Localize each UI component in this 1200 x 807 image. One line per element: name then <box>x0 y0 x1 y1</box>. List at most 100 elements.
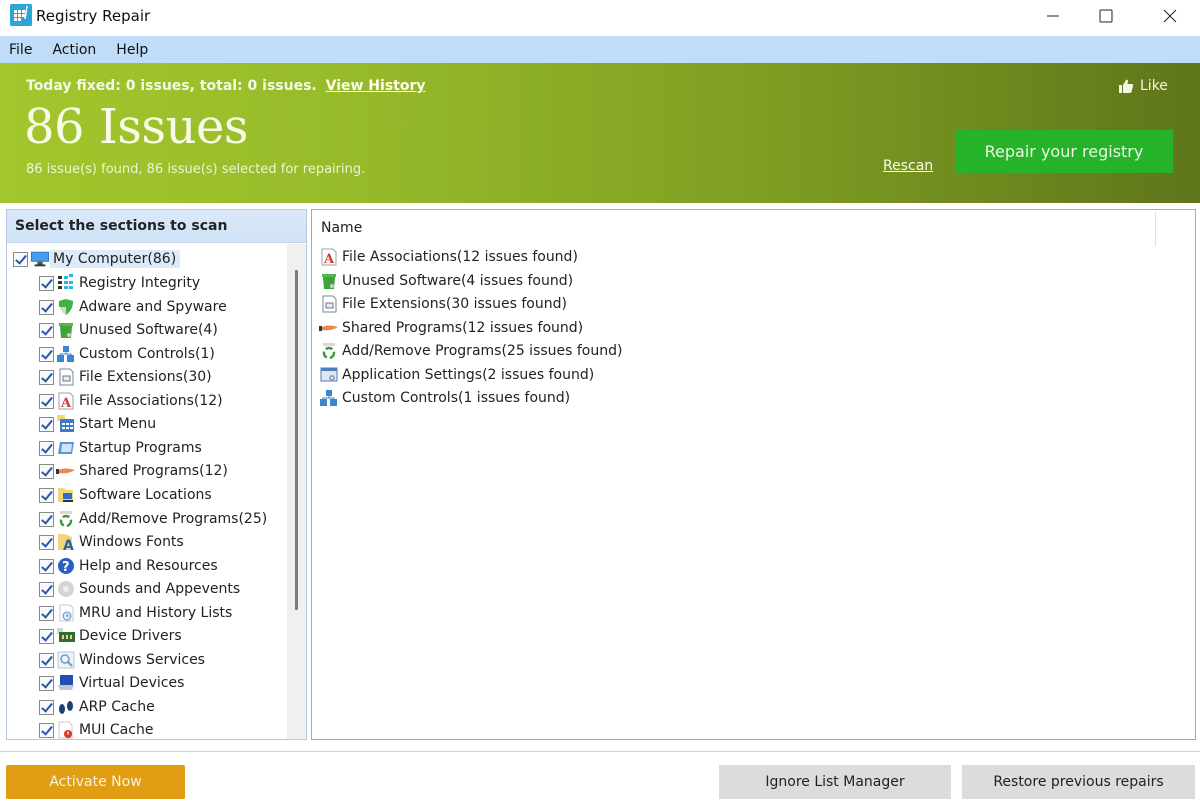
scan-sections-scrollbar[interactable] <box>287 244 306 739</box>
today-fixed-text: Today fixed: 0 issues, total: 0 issues. <box>26 78 317 94</box>
svg-text:A: A <box>63 538 74 551</box>
scan-sections-heading: Select the sections to scan <box>7 210 306 243</box>
tree-item[interactable]: Adware and Spyware <box>39 296 231 318</box>
checkbox[interactable] <box>39 322 54 338</box>
tree-item-label: Windows Services <box>79 652 205 668</box>
tree-item[interactable]: Unused Software(4) <box>39 319 222 341</box>
restore-previous-repairs-button[interactable]: Restore previous repairs <box>962 765 1195 799</box>
tree-item-label: Windows Fonts <box>79 534 184 550</box>
tree-item-label: File Extensions(30) <box>79 369 212 385</box>
tree-item-label: Registry Integrity <box>79 275 201 291</box>
tree-item[interactable]: Add/Remove Programs(25) <box>39 508 271 530</box>
tree-item-label: Add/Remove Programs(25) <box>79 511 268 527</box>
footer-divider <box>0 751 1200 752</box>
checkbox[interactable] <box>39 346 54 362</box>
checkbox[interactable] <box>39 699 54 715</box>
menu-help[interactable]: Help <box>116 42 148 58</box>
tree-item[interactable]: Sounds and Appevents <box>39 578 244 600</box>
issues-count-title: 86 Issues <box>24 99 249 155</box>
tree-item[interactable]: Registry Integrity <box>39 272 204 294</box>
activate-now-button[interactable]: Activate Now <box>6 765 185 799</box>
tree-item[interactable]: Virtual Devices <box>39 672 188 694</box>
help-icon: ? <box>56 556 76 576</box>
checkbox[interactable] <box>39 581 54 597</box>
svg-text:A: A <box>323 252 335 266</box>
shield-icon <box>56 297 76 317</box>
computer-icon <box>30 249 50 269</box>
tree-item[interactable]: A Windows Fonts <box>39 531 188 553</box>
checkbox[interactable] <box>39 652 54 668</box>
view-history-link[interactable]: View History <box>326 78 426 94</box>
checkbox[interactable] <box>39 605 54 621</box>
virtual-device-icon <box>56 673 76 693</box>
result-label: Application Settings(2 issues found) <box>342 367 595 383</box>
trash-bin-icon <box>56 320 76 340</box>
checkbox[interactable] <box>39 416 54 432</box>
checkbox[interactable] <box>39 369 54 385</box>
tree-item[interactable]: Software Locations <box>39 484 216 506</box>
tree-item[interactable]: Windows Services <box>39 649 209 671</box>
menu-action[interactable]: Action <box>52 42 96 58</box>
scrollbar-thumb[interactable] <box>295 270 298 610</box>
tree-item-label: Unused Software(4) <box>79 322 218 338</box>
tree-item[interactable]: MUI Cache <box>39 719 157 739</box>
checkbox[interactable] <box>39 440 54 456</box>
history-icon <box>56 603 76 623</box>
column-divider[interactable] <box>1155 212 1156 246</box>
tree-item-label: MUI Cache <box>79 722 154 738</box>
menu-file[interactable]: File <box>9 42 32 58</box>
checkbox[interactable] <box>39 393 54 409</box>
font-folder-icon: A <box>56 532 76 552</box>
result-label: Unused Software(4 issues found) <box>342 273 574 289</box>
checkbox[interactable] <box>39 675 54 691</box>
tree-item-label: Start Menu <box>79 416 157 432</box>
checkbox[interactable] <box>39 487 54 503</box>
result-row[interactable]: Application Settings(2 issues found) <box>319 364 594 386</box>
checkbox[interactable] <box>39 299 54 315</box>
column-header-name[interactable]: Name <box>321 220 362 236</box>
like-button[interactable]: Like <box>1118 78 1168 94</box>
rescan-link[interactable]: Rescan <box>883 158 933 174</box>
checkbox[interactable] <box>39 628 54 644</box>
maximize-button[interactable] <box>1078 0 1134 32</box>
tree-item-my-computer[interactable]: My Computer(86) <box>13 248 181 270</box>
repair-registry-button[interactable]: Repair your registry <box>955 130 1173 173</box>
file-extension-icon <box>319 294 339 314</box>
tree-item-label: MRU and History Lists <box>79 605 233 621</box>
result-row[interactable]: File Extensions(30 issues found) <box>319 293 567 315</box>
result-row[interactable]: Shared Programs(12 issues found) <box>319 317 583 339</box>
checkbox[interactable] <box>39 534 54 550</box>
result-row[interactable]: A File Associations(12 issues found) <box>319 246 578 268</box>
tree-item[interactable]: ? Help and Resources <box>39 555 222 577</box>
result-row[interactable]: Unused Software(4 issues found) <box>319 270 573 292</box>
tree-item[interactable]: Device Drivers <box>39 625 186 647</box>
result-row[interactable]: Add/Remove Programs(25 issues found) <box>319 340 622 362</box>
checkbox[interactable] <box>39 275 54 291</box>
checkbox[interactable] <box>39 463 54 479</box>
tree-item[interactable]: MRU and History Lists <box>39 602 236 624</box>
checkbox[interactable] <box>39 558 54 574</box>
tree-item[interactable]: Start Menu <box>39 413 160 435</box>
checkbox[interactable] <box>39 511 54 527</box>
svg-text:A: A <box>60 396 72 410</box>
tree-item[interactable]: A File Associations(12) <box>39 390 227 412</box>
file-association-icon: A <box>319 247 339 267</box>
result-row[interactable]: Custom Controls(1 issues found) <box>319 387 570 409</box>
close-button[interactable] <box>1142 0 1198 32</box>
tree-item-label: My Computer(86) <box>50 250 181 268</box>
tree-item[interactable]: Shared Programs(12) <box>39 460 232 482</box>
checkbox[interactable] <box>13 251 28 267</box>
result-label: File Extensions(30 issues found) <box>342 296 567 312</box>
mui-cache-icon <box>56 720 76 739</box>
menu-bar: File Action Help <box>0 36 1200 63</box>
start-menu-icon <box>56 414 76 434</box>
today-fixed-summary: Today fixed: 0 issues, total: 0 issues. … <box>26 78 426 94</box>
tree-item[interactable]: Startup Programs <box>39 437 206 459</box>
ignore-list-manager-button[interactable]: Ignore List Manager <box>719 765 951 799</box>
tree-item[interactable]: ARP Cache <box>39 696 159 718</box>
folder-computer-icon <box>56 485 76 505</box>
checkbox[interactable] <box>39 722 54 738</box>
minimize-button[interactable] <box>1025 0 1081 32</box>
tree-item[interactable]: Custom Controls(1) <box>39 343 219 365</box>
tree-item[interactable]: File Extensions(30) <box>39 366 216 388</box>
